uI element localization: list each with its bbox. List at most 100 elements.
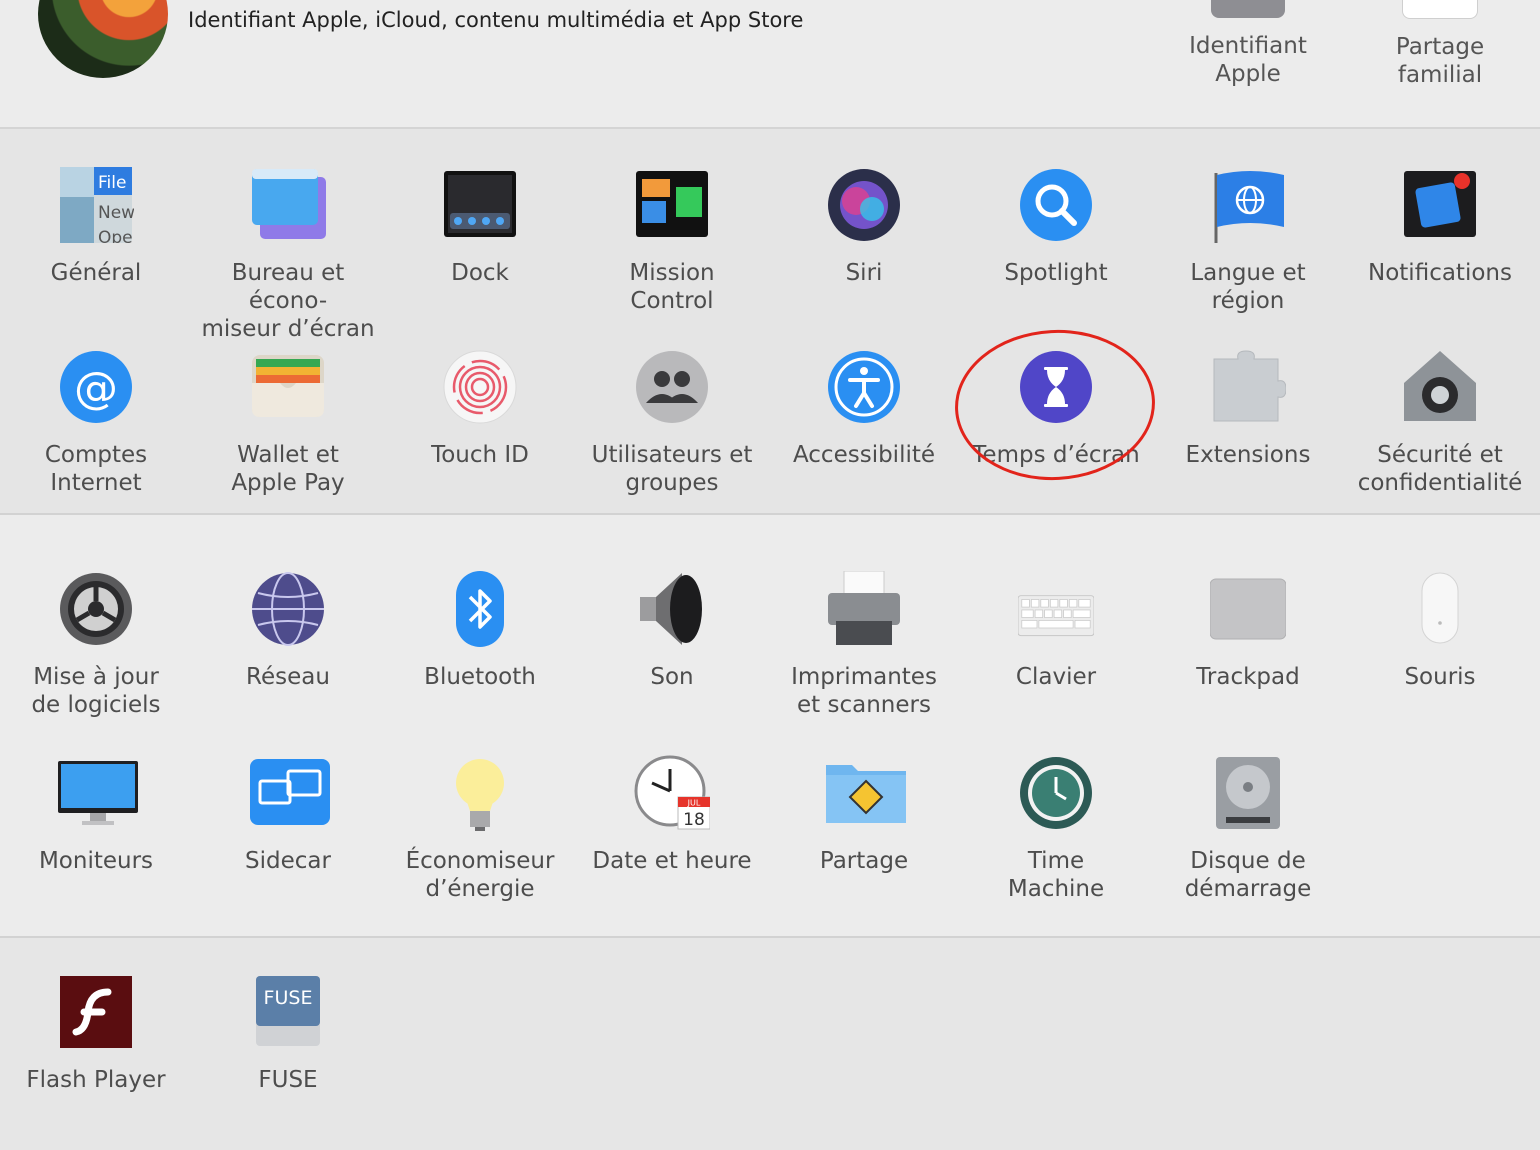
pref-label: Flash Player [26,1067,166,1093]
pref-users-groups[interactable]: Utilisateurs et groupes [576,349,768,497]
extensions-icon [1210,349,1287,425]
svg-text:New: New [98,203,134,223]
pref-software-update[interactable]: Mise à jour de logiciels [0,571,192,719]
pref-label: Clavier [1015,664,1097,690]
pref-dock[interactable]: Dock [384,167,576,287]
pref-sound[interactable]: Son [576,571,768,691]
pref-flash-player[interactable]: Flash Player [0,974,192,1094]
svg-text:JUL: JUL [687,799,701,808]
flash-player-icon [58,974,134,1050]
siri-icon [826,167,902,243]
pref-displays[interactable]: Moniteurs [0,755,192,875]
apple-account-subtitle: Identifiant Apple, iCloud, contenu multi… [188,8,804,32]
pref-label: Accessibilité [792,442,936,468]
svg-text:18: 18 [683,810,705,830]
pref-label: Imprimantes et scanners [791,664,937,718]
pref-label: Dock [451,260,509,286]
pref-startup-disk[interactable]: Disque de démarrage [1152,755,1344,903]
pref-time-machine[interactable]: Time Machine [960,755,1152,903]
pref-fuse[interactable]: FUSE FUSE [192,974,384,1094]
pref-keyboard[interactable]: Clavier [960,571,1152,691]
pref-desktop-screensaver[interactable]: Bureau et écono- miseur d’écran [192,167,384,343]
pref-energy-saver[interactable]: Économiseur d’énergie [384,755,576,903]
pref-label: Temps d’écran [972,442,1140,468]
pref-wallet[interactable]: Wallet et Apple Pay [192,349,384,497]
pref-label: Trackpad [1196,664,1300,690]
pref-sidecar[interactable]: Sidecar [192,755,384,875]
sharing-icon [826,755,906,831]
energy-saver-icon [442,755,518,831]
user-avatar[interactable] [38,0,168,78]
pref-apple-id[interactable]: Identifiant Apple [1152,0,1344,88]
pref-accessibility[interactable]: Accessibilité [768,349,960,469]
pref-label: Bluetooth [424,664,536,690]
pref-notifications[interactable]: Notifications [1344,167,1536,287]
pref-siri[interactable]: Siri [768,167,960,287]
apple-id-header: Identifiant Apple, iCloud, contenu multi… [0,0,1540,129]
pref-label: Souris [1404,664,1476,690]
pref-printers-scanners[interactable]: Imprimantes et scanners [768,570,960,719]
pref-sharing[interactable]: Partage [768,755,960,875]
pref-internet-accounts[interactable]: @ Comptes Internet [0,349,192,497]
pref-language-region[interactable]: Langue et région [1152,167,1344,315]
pref-mouse[interactable]: Souris [1344,571,1536,691]
pref-label: Mise à jour de logiciels [31,664,161,718]
pref-trackpad[interactable]: Trackpad [1152,571,1344,691]
family-sharing-icon [1402,0,1478,19]
pref-label: Sidecar [245,848,331,874]
pref-network[interactable]: Réseau [192,571,384,691]
users-groups-icon [634,349,710,425]
pref-spotlight[interactable]: Spotlight [960,167,1152,287]
pref-security-privacy[interactable]: Sécurité et confidentialité [1344,349,1536,497]
personal-prefs-section: File New Ope Général Bureau et écono- mi… [0,129,1540,515]
touch-id-icon [442,349,518,425]
pref-label: Économiseur d’énergie [405,848,555,902]
notifications-icon [1402,167,1478,243]
general-icon: File New Ope [58,167,135,248]
pref-extensions[interactable]: Extensions [1152,349,1344,469]
software-update-icon [58,571,134,647]
pref-label: Wallet et Apple Pay [231,442,345,496]
pref-label: Sécurité et confidentialité [1357,442,1523,496]
desktop-screensaver-icon [250,167,326,243]
pref-label: Langue et région [1190,260,1306,314]
pref-family-sharing[interactable]: Partage familial [1344,0,1536,89]
pref-label: Général [50,260,142,286]
hardware-prefs-section: Mise à jour de logiciels Réseau Bluetoot… [0,515,1540,938]
pref-screen-time[interactable]: Temps d’écran [960,349,1152,469]
date-time-icon: JUL 18 [634,755,711,831]
fuse-icon: FUSE [250,974,326,1050]
pref-label: Time Machine [1007,848,1105,902]
pref-label: Spotlight [1004,260,1108,286]
pref-label: Extensions [1185,442,1311,468]
bluetooth-icon [442,571,518,647]
printers-scanners-icon [826,570,902,647]
apple-id-icon [1211,0,1285,18]
pref-label: Réseau [246,664,330,690]
pref-label: FUSE [258,1067,318,1093]
other-prefs-section: Flash Player FUSE FUSE [0,938,1540,1150]
svg-text:@: @ [74,363,118,414]
pref-label: Comptes Internet [44,442,148,496]
keyboard-icon [1017,571,1095,647]
network-icon [250,571,326,647]
pref-general[interactable]: File New Ope Général [0,167,192,287]
accessibility-icon [826,349,902,425]
pref-label: Partage familial [1395,34,1485,88]
mission-control-icon [634,167,710,243]
pref-touch-id[interactable]: Touch ID [384,349,576,469]
pref-label: Disque de démarrage [1184,848,1312,902]
pref-label: Touch ID [431,442,529,468]
screen-time-icon [1018,349,1094,425]
time-machine-icon [1018,755,1094,831]
pref-date-time[interactable]: JUL 18 Date et heure [576,755,768,875]
dock-icon [442,167,518,243]
displays-icon [58,755,138,831]
svg-text:FUSE: FUSE [264,987,313,1009]
pref-label: Identifiant Apple [1189,33,1307,87]
pref-mission-control[interactable]: Mission Control [576,167,768,315]
security-privacy-icon [1402,349,1478,425]
svg-text:Ope: Ope [98,228,133,243]
pref-label: Son [650,664,694,690]
pref-bluetooth[interactable]: Bluetooth [384,571,576,691]
